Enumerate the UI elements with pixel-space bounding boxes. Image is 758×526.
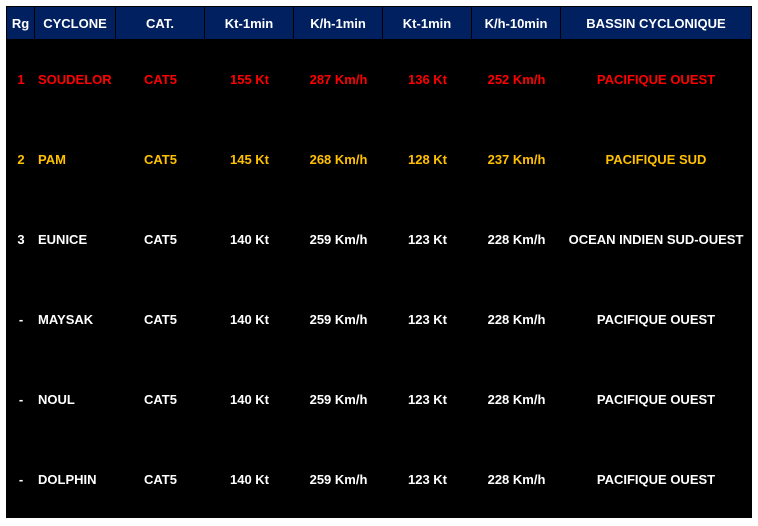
rank-cell: 1 [17,71,25,87]
cyclone-name-cell: EUNICE [38,231,88,247]
kmh-10min-cell: 252 Km/h [487,71,546,87]
kt-10min-cell: 123 Kt [407,391,448,407]
rank-cell: - [18,471,24,487]
kmh-10min-cell: 228 Km/h [487,471,546,487]
kt-1min-cell: 145 Kt [229,151,270,167]
rank-cell: - [18,391,24,407]
kt-10min-cell: 128 Kt [407,151,448,167]
header-kmh-10min: K/h-10min [472,7,561,39]
header-cyclone: CYCLONE [35,7,116,39]
header-kt-10min: Kt-1min [383,7,472,39]
category-cell: CAT5 [144,471,177,487]
kt-1min-cell: 140 Kt [229,471,270,487]
category-cell: CAT5 [144,231,177,247]
cyclone-name-cell: NOUL [38,391,75,407]
category-cell: CAT5 [144,311,177,327]
kt-1min-cell: 155 Kt [229,71,270,87]
kt-1min-cell: 140 Kt [229,311,270,327]
header-basin: BASSIN CYCLONIQUE [586,15,726,31]
table-row: 3 EUNICE CAT5 140 Kt 259 Km/h 123 Kt 228 Km/h O… [7,199,751,279]
cyclone-table: Rg CYCLONE CAT. Kt-1min K/h-1min Kt-1min… [6,6,752,518]
cyclone-name-cell: MAYSAK [38,311,94,327]
kt-10min-cell: 123 Kt [407,471,448,487]
basin-cell: OCEAN INDIEN SUD-OUEST [568,231,744,247]
category-cell: CAT5 [144,151,177,167]
rank-cell: 2 [17,151,25,167]
kmh-1min-cell: 259 Km/h [309,231,368,247]
header-category: CAT. [116,7,205,39]
kmh-10min-cell: 228 Km/h [487,311,546,327]
header-rank: Rg [7,7,35,39]
table-header: Rg CYCLONE CAT. Kt-1min K/h-1min Kt-1min… [7,7,751,39]
table-row: - NOUL CAT5 140 Kt 259 Km/h 123 Kt 228 Km/h PAC… [7,359,751,439]
cyclone-name-cell: SOUDELOR [38,71,112,87]
rank-cell: - [18,311,24,327]
table-row: 1 SOUDELOR CAT5 155 Kt 287 Km/h 136 Kt 252 Km/… [7,39,751,119]
basin-cell: PACIFIQUE SUD [605,151,707,167]
basin-cell: PACIFIQUE OUEST [596,311,716,327]
cyclone-name-cell: DOLPHIN [38,471,97,487]
kt-10min-cell: 123 Kt [407,231,448,247]
basin-cell: PACIFIQUE OUEST [596,391,716,407]
kmh-1min-cell: 259 Km/h [309,471,368,487]
rank-cell: 3 [17,231,25,247]
kmh-10min-cell: 228 Km/h [487,231,546,247]
category-cell: CAT5 [144,391,177,407]
table-row: 2 PAM CAT5 145 Kt 268 Km/h 128 Kt 237 Km/h PACI… [7,119,751,199]
kt-10min-cell: 123 Kt [407,311,448,327]
kmh-10min-cell: 237 Km/h [487,151,546,167]
kt-1min-cell: 140 Kt [229,231,270,247]
table-body: 1 SOUDELOR CAT5 155 Kt 287 Km/h 136 Kt 252 Km/… [7,39,751,519]
kt-10min-cell: 136 Kt [407,71,448,87]
basin-cell: PACIFIQUE OUEST [596,471,716,487]
kmh-1min-cell: 259 Km/h [309,311,368,327]
header-kt-1min: Kt-1min [205,7,294,39]
kmh-1min-cell: 287 Km/h [309,71,368,87]
category-cell: CAT5 [144,71,177,87]
kmh-1min-cell: 259 Km/h [309,391,368,407]
kt-1min-cell: 140 Kt [229,391,270,407]
kmh-10min-cell: 228 Km/h [487,391,546,407]
table-row: - DOLPHIN CAT5 140 Kt 259 Km/h 123 Kt 228 Km/h… [7,439,751,519]
kmh-1min-cell: 268 Km/h [309,151,368,167]
table-row: - MAYSAK CAT5 140 Kt 259 Km/h 123 Kt 228 Km/h P… [7,279,751,359]
header-kmh-1min: K/h-1min [294,7,383,39]
cyclone-name-cell: PAM [38,151,66,167]
basin-cell: PACIFIQUE OUEST [596,71,716,87]
